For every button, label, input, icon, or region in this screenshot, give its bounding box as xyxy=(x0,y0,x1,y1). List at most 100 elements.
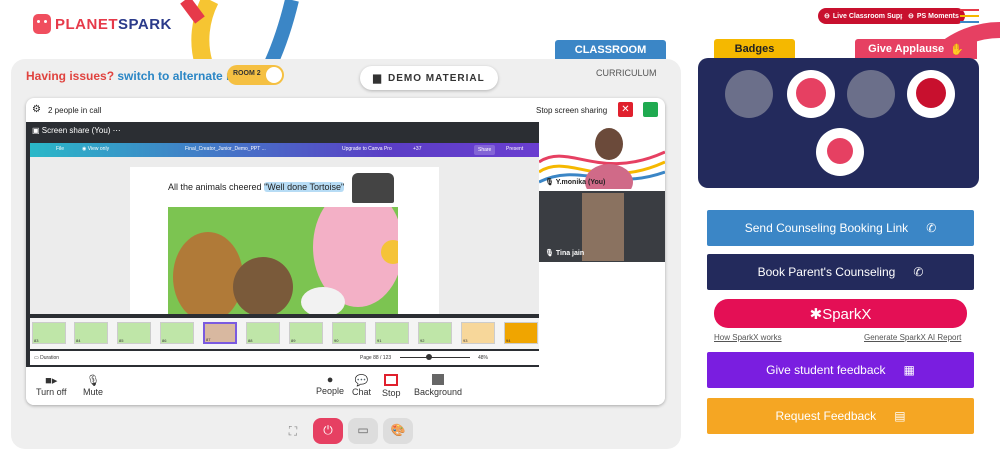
zoom-level: 48% xyxy=(478,355,489,361)
give-student-feedback-button[interactable]: Give student feedback ▦ xyxy=(707,352,974,388)
people-button[interactable]: ● People xyxy=(316,374,344,396)
canva-share-button[interactable]: Share xyxy=(474,145,496,155)
screen-share-title: Screen share (You) xyxy=(41,126,111,135)
stop-icon xyxy=(384,374,399,386)
thumb-number: 93 xyxy=(463,338,468,343)
slide-thumbnail[interactable]: 88 xyxy=(246,322,280,344)
power-icon[interactable]: ⏻ xyxy=(313,418,343,444)
slide-thumbnail[interactable]: 91 xyxy=(375,322,409,344)
ps-moments-label: PS Moments xyxy=(916,12,959,20)
background-icon xyxy=(432,374,445,385)
top-header: PLANETSPARK ⊖ Live Classroom Support ⊖ PS … xyxy=(0,0,1000,60)
screen-icon: ▣ xyxy=(32,126,40,135)
slide-thumbnail[interactable]: 86 xyxy=(160,322,194,344)
sparkx-icon: ✱SparkX xyxy=(809,305,872,323)
slide-thumbnail[interactable]: 84 xyxy=(74,322,108,344)
demo-material-label: DEMO MATERIAL xyxy=(388,72,485,84)
robot-icon xyxy=(33,14,51,34)
person-icon: ● xyxy=(326,374,334,386)
fullscreen-icon[interactable]: ⛶ xyxy=(278,418,308,444)
call-topbar: ⚙ 2 people in call Stop screen sharing ✕ xyxy=(26,98,665,122)
how-sparkx-works-link[interactable]: How SparkX works xyxy=(714,333,782,342)
canva-file-menu[interactable]: File xyxy=(56,146,64,152)
duration-button[interactable]: ▭ Duration xyxy=(34,355,59,361)
palette-icon[interactable]: 🎨 xyxy=(383,418,413,444)
tab-give-applause[interactable]: Give Applause ✋ xyxy=(855,39,977,59)
badge-idea-icon[interactable] xyxy=(907,70,955,118)
slide-thumbnail[interactable]: 85 xyxy=(117,322,151,344)
slide-thumbnail[interactable]: 90 xyxy=(332,322,366,344)
slide-controls: ▭ Duration Page 88 / 123 48% xyxy=(30,351,539,365)
room-toggle[interactable]: ROOM 2 xyxy=(227,65,284,85)
thumb-number: 89 xyxy=(291,338,296,343)
slide-thumbnail[interactable]: 94 xyxy=(504,322,538,344)
sparkx-button[interactable]: ✱SparkX xyxy=(714,299,967,328)
clipboard-icon: ▦ xyxy=(903,363,915,377)
stop-sharing-button[interactable]: ✕ xyxy=(618,102,633,117)
badge-robot-icon[interactable] xyxy=(787,70,835,118)
folder-icon: ▆ xyxy=(373,72,382,84)
badge-meditate-icon[interactable] xyxy=(847,70,895,118)
thumb-number: 86 xyxy=(162,338,167,343)
slide-caption: All the animals cheered "Well done Torto… xyxy=(168,182,345,192)
request-feedback-button[interactable]: Request Feedback ▤ xyxy=(707,398,974,434)
canva-view-only: ◉ View only xyxy=(82,146,110,152)
people-count: 2 people in call xyxy=(48,106,102,115)
video-tile-self[interactable]: 🎙 Y.monika (You) xyxy=(539,122,665,189)
zoom-slider-knob[interactable] xyxy=(426,354,432,360)
video-tile-participant[interactable]: 🎙 Tina jain xyxy=(539,191,665,262)
gear-icon[interactable]: ⚙ xyxy=(32,104,41,115)
thumb-number: 84 xyxy=(76,338,81,343)
background-button[interactable]: Background xyxy=(414,374,462,397)
menu-icon[interactable] xyxy=(960,9,979,27)
chat-icon: 💬 xyxy=(354,375,369,387)
mic-icon: 🎙 xyxy=(86,375,100,387)
slide-thumbnail[interactable]: 89 xyxy=(289,322,323,344)
issue-text: Having issues? xyxy=(26,69,115,83)
participant-video xyxy=(582,193,624,261)
slide-illustration xyxy=(168,207,398,314)
mute-button[interactable]: 🎙 Mute xyxy=(83,374,103,397)
screen-icon[interactable]: ▭ xyxy=(348,418,378,444)
canva-avatars-more: +37 xyxy=(413,146,422,152)
ps-moments-button[interactable]: ⊖ PS Moments xyxy=(902,8,965,24)
video-call-window: ⚙ 2 people in call Stop screen sharing ✕… xyxy=(26,98,665,405)
phone-icon: ✆ xyxy=(913,265,924,279)
tab-badges[interactable]: Badges xyxy=(714,39,795,59)
slide-canvas: All the animals cheered "Well done Torto… xyxy=(30,157,539,314)
camera-button[interactable]: ■▸ Turn off xyxy=(36,374,67,397)
support-icon: ⊖ xyxy=(824,13,830,20)
page-indicator: Page 88 / 123 xyxy=(360,355,392,361)
chat-button[interactable]: 💬 Chat xyxy=(352,374,371,397)
thumb-number: 85 xyxy=(119,338,124,343)
tortoise-figure xyxy=(352,173,394,203)
thumb-number: 83 xyxy=(34,338,39,343)
canva-upgrade[interactable]: Upgrade to Canva Pro xyxy=(342,146,392,152)
slide-thumbnail-active[interactable]: 87 xyxy=(203,322,237,344)
badge-trophy-icon[interactable] xyxy=(725,70,773,118)
stop-button[interactable]: Stop xyxy=(382,374,401,398)
self-name: 🎙 Y.monika (You) xyxy=(545,179,606,186)
send-counseling-link-button[interactable]: Send Counseling Booking Link ✆ xyxy=(707,210,974,246)
book-parent-counseling-button[interactable]: Book Parent's Counseling ✆ xyxy=(707,254,974,290)
generate-sparkx-report-link[interactable]: Generate SparkX AI Report xyxy=(864,333,961,342)
share-screen-icon[interactable] xyxy=(643,102,658,117)
slide-thumbnail-strip: 83 84 85 86 87 88 89 90 91 92 93 94 xyxy=(30,318,539,349)
room-label: ROOM 2 xyxy=(233,70,261,77)
logo-text-a: PLANET xyxy=(55,15,118,33)
zoom-slider[interactable] xyxy=(400,357,470,358)
slide-thumbnail[interactable]: 92 xyxy=(418,322,452,344)
tab-classroom[interactable]: CLASSROOM xyxy=(555,40,666,60)
tab-curriculum[interactable]: CURRICULUM xyxy=(596,68,657,78)
demo-material-button[interactable]: ▆ DEMO MATERIAL xyxy=(360,66,498,90)
logo-text-b: SPARK xyxy=(118,15,172,33)
canva-present-button[interactable]: Present xyxy=(506,146,523,152)
planetspark-logo[interactable]: PLANETSPARK xyxy=(33,14,172,34)
slide-page: All the animals cheered "Well done Torto… xyxy=(130,167,439,314)
badge-glasses-icon[interactable] xyxy=(816,128,864,176)
slide-thumbnail[interactable]: 83 xyxy=(32,322,66,344)
slide-thumbnail[interactable]: 93 xyxy=(461,322,495,344)
thumb-number: 92 xyxy=(420,338,425,343)
stop-sharing-label: Stop screen sharing xyxy=(536,106,608,115)
ps-icon: ⊖ xyxy=(908,13,914,20)
